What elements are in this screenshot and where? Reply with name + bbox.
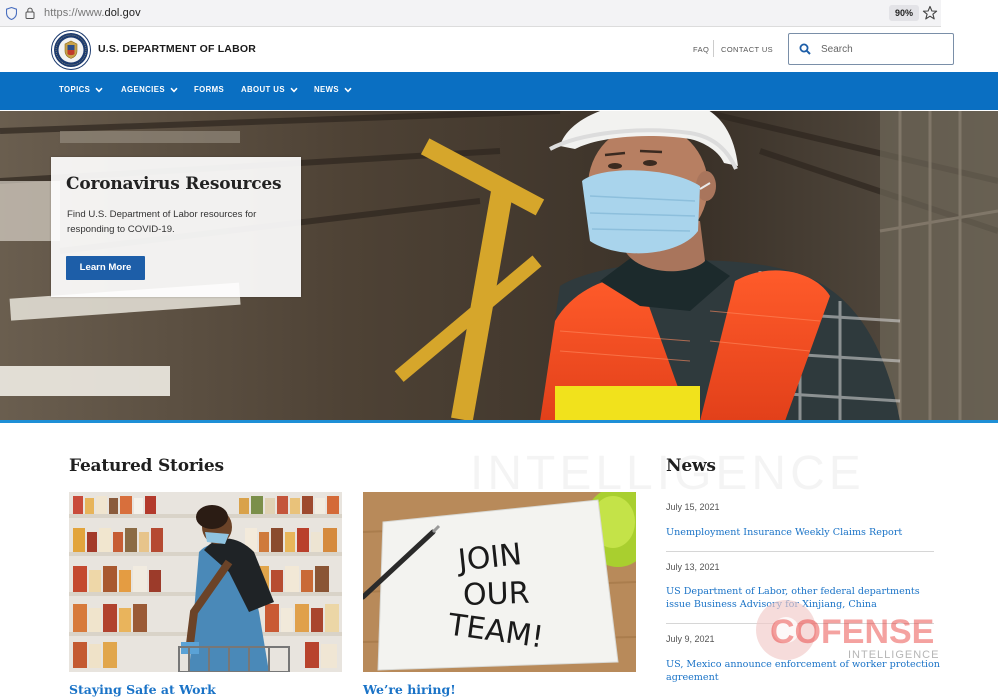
nav-about-us-label: ABOUT US	[241, 85, 285, 94]
search-icon[interactable]	[799, 43, 811, 55]
chevron-down-icon	[170, 87, 178, 92]
search-box[interactable]	[788, 33, 954, 65]
toolbar-edge	[941, 0, 998, 27]
coronavirus-callout: Coronavirus Resources Find U.S. Departme…	[51, 157, 301, 297]
bookmark-star-icon[interactable]	[922, 5, 938, 21]
main-nav: TOPICS AGENCIES FORMS ABOUT US NEWS	[0, 72, 998, 110]
our-text: OUR	[462, 576, 530, 613]
nav-topics-label: TOPICS	[59, 85, 91, 94]
story-title-were-hiring[interactable]: We’re hiring!	[363, 682, 456, 697]
nav-agencies[interactable]: AGENCIES	[121, 85, 178, 94]
grocery-worker-photo	[69, 492, 342, 672]
contact-us-link[interactable]: CONTACT US	[721, 45, 773, 54]
nav-forms[interactable]: FORMS	[194, 85, 224, 94]
nav-agencies-label: AGENCIES	[121, 85, 165, 94]
lock-icon[interactable]	[25, 7, 35, 19]
learn-more-button[interactable]: Learn More	[66, 256, 145, 280]
zoom-indicator[interactable]: 90%	[889, 5, 920, 21]
news-date-2: July 13, 2021	[666, 562, 720, 572]
join-our-team-photo: JOIN OUR TEAM!	[363, 492, 636, 672]
news-link-1[interactable]: Unemployment Insurance Weekly Claims Rep…	[666, 526, 941, 539]
url-scheme: https://www.	[44, 7, 105, 19]
chevron-down-icon	[95, 87, 103, 92]
chevron-down-icon	[344, 87, 352, 92]
util-divider	[713, 40, 714, 57]
cofense-watermark-logo: COFENSE INTELLIGENCE	[756, 600, 939, 661]
news-date-3: July 9, 2021	[666, 634, 715, 644]
cofense-sub-text: INTELLIGENCE	[848, 649, 939, 661]
featured-stories-title: Featured Stories	[69, 456, 224, 476]
nav-news-label: NEWS	[314, 85, 339, 94]
news-title: News	[666, 456, 716, 476]
join-text: JOIN	[454, 537, 523, 579]
nav-topics[interactable]: TOPICS	[59, 85, 103, 94]
search-input[interactable]	[821, 40, 941, 58]
dol-seal-logo[interactable]	[51, 30, 91, 70]
cofense-brand-text: COFENSE	[770, 613, 934, 651]
nav-about-us[interactable]: ABOUT US	[241, 85, 298, 94]
browser-toolbar: https://www.dol.gov 90%	[0, 0, 998, 27]
callout-title: Coronavirus Resources	[66, 174, 282, 194]
story-image-grocery[interactable]	[69, 492, 342, 672]
nav-news[interactable]: NEWS	[314, 85, 352, 94]
faq-link[interactable]: FAQ	[693, 45, 709, 54]
nav-forms-label: FORMS	[194, 85, 225, 94]
news-date-1: July 15, 2021	[666, 502, 720, 512]
shield-icon[interactable]	[6, 7, 17, 20]
address-bar[interactable]: https://www.dol.gov	[44, 7, 141, 19]
agency-name[interactable]: U.S. DEPARTMENT OF LABOR	[98, 43, 256, 55]
story-title-safe-at-work[interactable]: Staying Safe at Work	[69, 682, 216, 697]
url-domain: dol.gov	[104, 7, 141, 19]
hero-divider	[0, 420, 998, 423]
callout-description: Find U.S. Department of Labor resources …	[67, 209, 257, 236]
story-image-hiring[interactable]: JOIN OUR TEAM!	[363, 492, 636, 672]
news-divider	[666, 551, 934, 552]
chevron-down-icon	[290, 87, 298, 92]
